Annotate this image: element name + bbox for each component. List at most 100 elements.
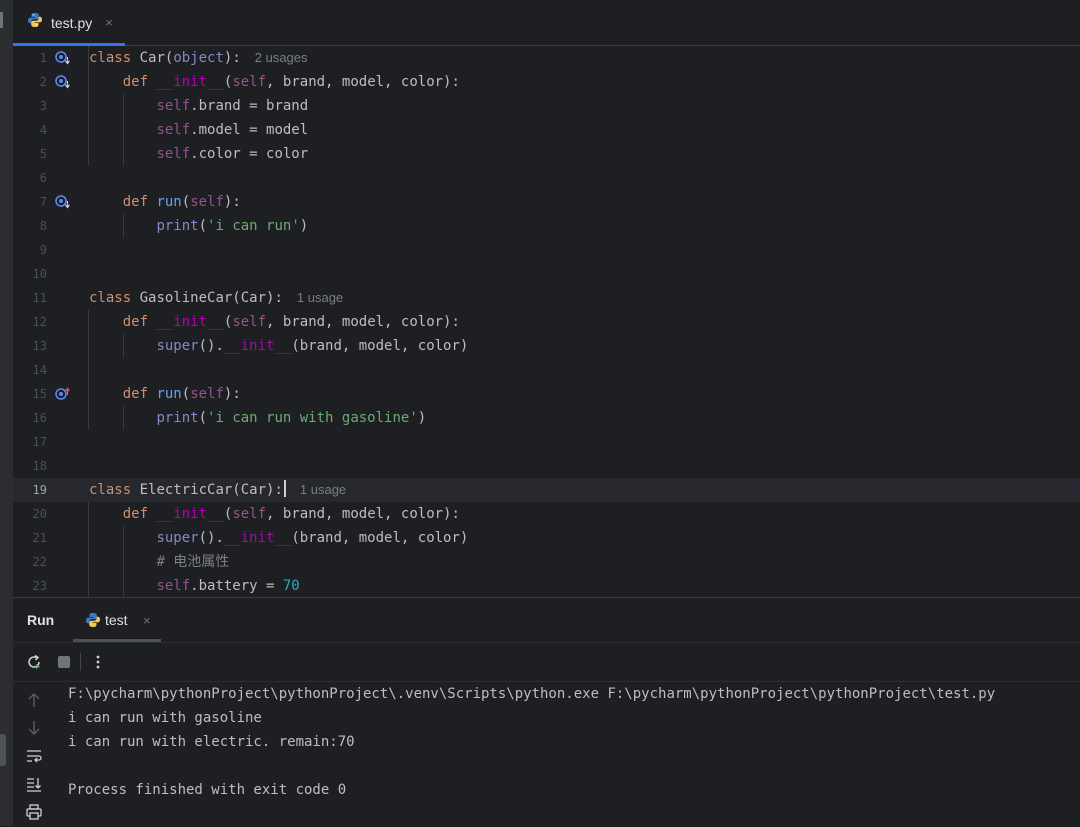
scroll-to-end-icon[interactable] bbox=[24, 774, 44, 794]
soft-wrap-icon[interactable] bbox=[24, 746, 44, 766]
usages-hint[interactable]: 1 usage bbox=[300, 482, 346, 497]
scroll-up-icon[interactable] bbox=[24, 690, 44, 710]
code-text: ( bbox=[198, 218, 208, 234]
code-text: ): bbox=[223, 50, 241, 66]
active-tab-indicator bbox=[73, 639, 161, 642]
python-file-icon bbox=[27, 12, 43, 33]
tool-strip-marker bbox=[0, 12, 3, 28]
code-line: 8 print('i can run') bbox=[13, 214, 1080, 238]
code-text: (brand, model, color) bbox=[291, 338, 469, 354]
more-options-icon[interactable] bbox=[88, 652, 108, 672]
class-name: Car( bbox=[139, 50, 174, 66]
line-number: 21 bbox=[32, 531, 47, 545]
code-editor[interactable]: 1 class Car(object): 2 usages 2 def __ini… bbox=[13, 46, 1080, 596]
run-tool-window: Run test × F:\pycharm\pythonProject\pyth… bbox=[13, 597, 1080, 827]
code-line: 1 class Car(object): 2 usages bbox=[13, 46, 1080, 70]
left-tool-strip bbox=[0, 0, 13, 826]
code-text: (). bbox=[198, 530, 224, 546]
code-line: 11 class GasolineCar(Car): 1 usage bbox=[13, 286, 1080, 310]
keyword: def bbox=[122, 314, 149, 330]
code-text: ( bbox=[198, 410, 208, 426]
tool-strip-active-indicator[interactable] bbox=[0, 734, 6, 766]
code-text: , brand, model, color): bbox=[266, 506, 460, 522]
method-name: run bbox=[156, 386, 182, 402]
line-number: 2 bbox=[39, 75, 47, 89]
line-number: 3 bbox=[39, 99, 47, 113]
self-param: self bbox=[190, 194, 224, 210]
self-param: self bbox=[232, 506, 267, 522]
console-side-toolbar bbox=[13, 682, 55, 827]
code-line: 3 self.brand = brand bbox=[13, 94, 1080, 118]
class-name: GasolineCar(Car): bbox=[139, 290, 283, 306]
self-keyword: self bbox=[156, 122, 191, 138]
override-marker-icon[interactable] bbox=[54, 74, 72, 90]
keyword: def bbox=[122, 386, 149, 402]
console-line: F:\pycharm\pythonProject\pythonProject\.… bbox=[68, 686, 996, 702]
usages-hint[interactable]: 2 usages bbox=[255, 50, 308, 65]
line-number: 1 bbox=[39, 51, 47, 65]
console-output[interactable]: F:\pycharm\pythonProject\pythonProject\.… bbox=[68, 682, 1080, 827]
code-text: .model = model bbox=[190, 122, 309, 138]
code-line: 10 bbox=[13, 262, 1080, 286]
line-number: 7 bbox=[39, 195, 47, 209]
editor-tab-test-py[interactable]: test.py × bbox=[13, 0, 125, 46]
code-line: 18 bbox=[13, 454, 1080, 478]
close-tab-icon[interactable]: × bbox=[105, 15, 113, 30]
code-text: (brand, model, color) bbox=[291, 530, 469, 546]
line-number: 5 bbox=[39, 147, 47, 161]
code-text: .brand = brand bbox=[190, 98, 309, 114]
self-keyword: self bbox=[156, 98, 191, 114]
keyword: def bbox=[122, 194, 149, 210]
line-number: 20 bbox=[32, 507, 47, 521]
self-keyword: self bbox=[156, 578, 191, 594]
code-line: 21 super().__init__(brand, model, color) bbox=[13, 526, 1080, 550]
code-text: ) bbox=[417, 410, 427, 426]
line-number: 10 bbox=[32, 267, 47, 281]
comment: # 电池属性 bbox=[156, 554, 230, 570]
line-number: 16 bbox=[32, 411, 47, 425]
code-line: 20 def __init__(self, brand, model, colo… bbox=[13, 502, 1080, 526]
line-number: 15 bbox=[32, 387, 47, 401]
code-line: 17 bbox=[13, 430, 1080, 454]
builtin-print: print bbox=[156, 218, 199, 234]
run-panel-title: Run bbox=[27, 612, 55, 628]
overridden-up-icon[interactable] bbox=[54, 386, 72, 402]
override-marker-icon[interactable] bbox=[54, 50, 72, 66]
method-name: __init__ bbox=[223, 338, 292, 354]
code-line: 2 def __init__(self, brand, model, color… bbox=[13, 70, 1080, 94]
keyword: def bbox=[122, 74, 149, 90]
usages-hint[interactable]: 1 usage bbox=[297, 290, 343, 305]
self-param: self bbox=[232, 314, 267, 330]
stop-icon[interactable] bbox=[54, 652, 74, 672]
code-text: ( bbox=[181, 386, 191, 402]
line-number: 9 bbox=[39, 243, 47, 257]
scroll-down-icon[interactable] bbox=[24, 718, 44, 738]
line-number: 12 bbox=[32, 315, 47, 329]
code-text: , brand, model, color): bbox=[266, 314, 460, 330]
code-text: ) bbox=[299, 218, 309, 234]
keyword: class bbox=[89, 482, 132, 498]
method-name: __init__ bbox=[156, 314, 224, 330]
base-class: object bbox=[173, 50, 224, 66]
code-line: 9 bbox=[13, 238, 1080, 262]
code-line: 6 bbox=[13, 166, 1080, 190]
print-icon[interactable] bbox=[24, 802, 44, 822]
code-text: ( bbox=[181, 194, 191, 210]
line-number: 13 bbox=[32, 339, 47, 353]
rerun-icon[interactable] bbox=[24, 652, 44, 672]
self-param: self bbox=[232, 74, 267, 90]
code-line: 4 self.model = model bbox=[13, 118, 1080, 142]
code-line: 12 def __init__(self, brand, model, colo… bbox=[13, 310, 1080, 334]
run-tab-test[interactable]: test × bbox=[73, 598, 161, 642]
builtin-super: super bbox=[156, 338, 199, 354]
run-header: Run test × bbox=[13, 598, 1080, 643]
line-number: 22 bbox=[32, 555, 47, 569]
line-number: 19 bbox=[32, 483, 47, 497]
self-param: self bbox=[190, 386, 224, 402]
line-number: 8 bbox=[39, 219, 47, 233]
keyword: class bbox=[89, 290, 132, 306]
override-marker-icon[interactable] bbox=[54, 194, 72, 210]
code-line-current: 19 class ElectricCar(Car): 1 usage bbox=[13, 478, 1080, 502]
close-tab-icon[interactable]: × bbox=[143, 613, 151, 628]
method-name: __init__ bbox=[156, 74, 224, 90]
